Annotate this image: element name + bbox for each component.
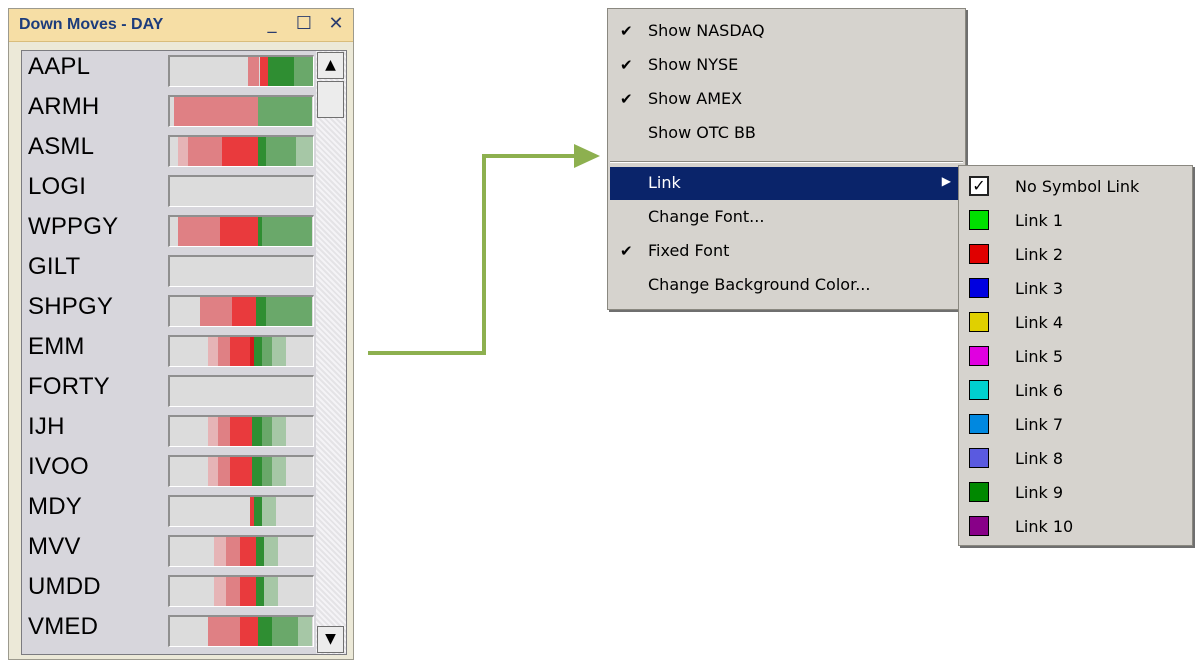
menu-item-show-nasdaq[interactable]: ✔ Show NASDAQ [610,15,963,48]
menu-item-link-4[interactable]: Link 4 [961,306,1191,340]
menu-item-label: Link 9 [1015,483,1064,502]
check-icon: ✔ [620,90,633,108]
menu-item-label: Link [648,173,681,192]
menu-item-no-symbol-link[interactable]: ✓ No Symbol Link [961,170,1191,204]
menu-item-label: Link 6 [1015,381,1064,400]
menu-item-label: Change Background Color... [648,275,871,294]
menu-item-link-3[interactable]: Link 3 [961,272,1191,306]
context-menu: ✔ Show NASDAQ ✔ Show NYSE ✔ Show AMEX Show OTC… [607,8,966,310]
menu-item-link[interactable]: Link ▶ [610,167,963,200]
menu-item-label: No Symbol Link [1015,177,1140,196]
menu-item-label: Link 5 [1015,347,1064,366]
menu-item-link-7[interactable]: Link 7 [961,408,1191,442]
color-swatch-icon [969,448,989,468]
menu-item-link-9[interactable]: Link 9 [961,476,1191,510]
check-icon: ✔ [620,56,633,74]
color-swatch-icon [969,210,989,230]
menu-item-change-background-color[interactable]: Change Background Color... [610,269,963,302]
menu-item-label: Link 10 [1015,517,1074,536]
menu-item-label: Link 3 [1015,279,1064,298]
color-swatch-icon [969,380,989,400]
menu-item-label: Link 1 [1015,211,1064,230]
menu-item-label: Show NASDAQ [648,21,765,40]
menu-item-label: Link 8 [1015,449,1064,468]
menu-item-change-font[interactable]: Change Font... [610,201,963,234]
menu-item-show-otc-bb[interactable]: Show OTC BB [610,117,963,150]
menu-item-link-6[interactable]: Link 6 [961,374,1191,408]
color-swatch-icon [969,482,989,502]
menu-item-link-5[interactable]: Link 5 [961,340,1191,374]
menu-item-label: Show AMEX [648,89,743,108]
menu-item-label: Show NYSE [648,55,739,74]
menu-item-show-nyse[interactable]: ✔ Show NYSE [610,49,963,82]
color-swatch-icon [969,346,989,366]
menu-item-fixed-font[interactable]: ✔ Fixed Font [610,235,963,268]
menu-item-label: Link 7 [1015,415,1064,434]
link-submenu: ✓ No Symbol Link Link 1 Link 2 Link 3 Link … [958,165,1193,546]
menu-item-label: Show OTC BB [648,123,756,142]
check-icon: ✓ [969,176,989,196]
menu-item-label: Change Font... [648,207,765,226]
check-icon: ✔ [620,242,633,260]
menu-separator [610,161,963,163]
color-swatch-icon [969,278,989,298]
menu-item-label: Fixed Font [648,241,730,260]
menu-item-link-1[interactable]: Link 1 [961,204,1191,238]
submenu-arrow-icon: ▶ [941,174,951,188]
menu-item-link-2[interactable]: Link 2 [961,238,1191,272]
menu-item-link-10[interactable]: Link 10 [961,510,1191,544]
menu-item-link-8[interactable]: Link 8 [961,442,1191,476]
menu-item-label: Link 4 [1015,313,1064,332]
menu-item-show-amex[interactable]: ✔ Show AMEX [610,83,963,116]
menu-item-label: Link 2 [1015,245,1064,264]
color-swatch-icon [969,516,989,536]
check-icon: ✔ [620,22,633,40]
color-swatch-icon [969,244,989,264]
color-swatch-icon [969,414,989,434]
color-swatch-icon [969,312,989,332]
